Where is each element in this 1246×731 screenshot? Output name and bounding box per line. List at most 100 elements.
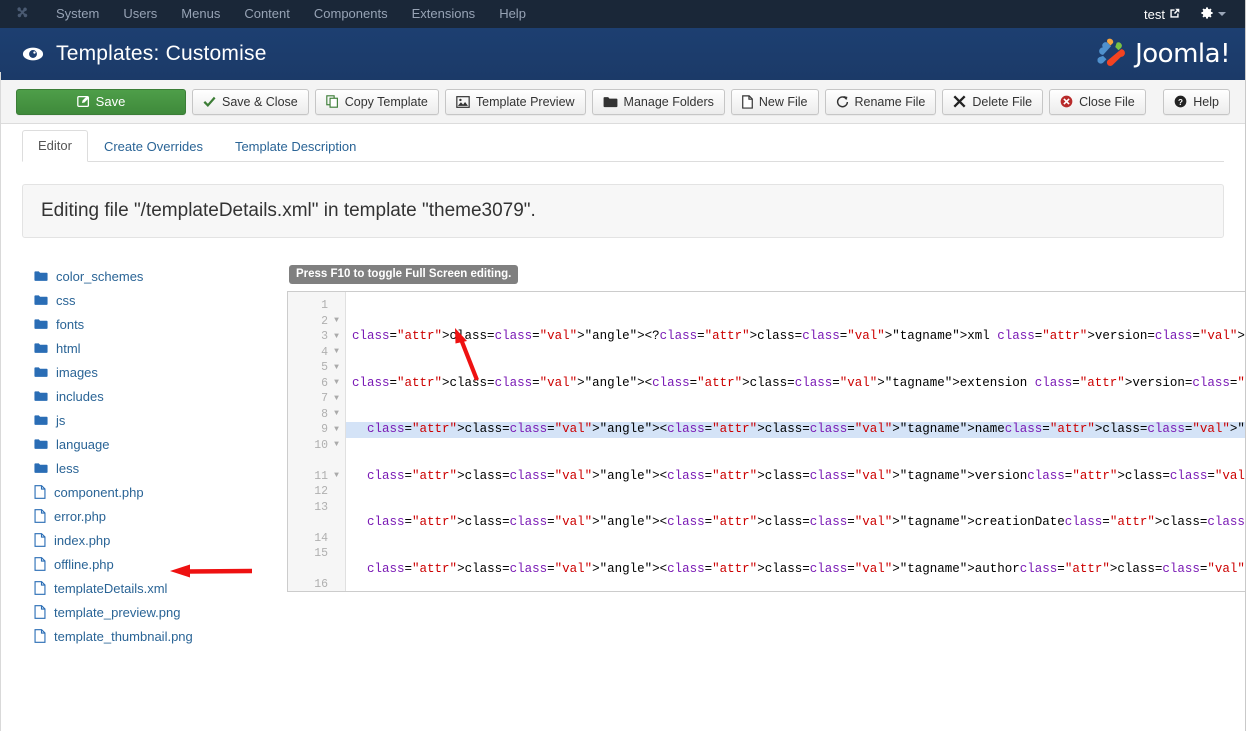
site-preview-link[interactable]: test	[1138, 7, 1186, 22]
new-file-button[interactable]: New File	[730, 88, 819, 115]
line-number: 1	[321, 299, 328, 313]
tree-item-images[interactable]: images	[34, 360, 287, 384]
help-button[interactable]: ? Help	[1163, 88, 1230, 115]
file-icon	[34, 581, 46, 595]
fold-toggle-icon[interactable]: ▼	[332, 425, 341, 434]
save-button-label: Save	[95, 94, 126, 109]
tree-item-label: templateDetails.xml	[54, 580, 168, 596]
tree-item-includes[interactable]: includes	[34, 384, 287, 408]
menu-content[interactable]: Content	[232, 0, 302, 28]
gutter-line: 14	[288, 531, 345, 547]
tree-item-label: html	[56, 340, 81, 356]
gutter-line: 5 ▼	[288, 360, 345, 376]
line-number: 10	[314, 438, 328, 452]
code-line-highlighted: class="attr">class=class="val">"angle"><…	[346, 422, 1246, 438]
copy-template-label: Copy Template	[344, 94, 428, 109]
code-text-area[interactable]: class="attr">class=class="val">"angle"><…	[346, 292, 1246, 591]
tab-editor[interactable]: Editor	[22, 130, 88, 162]
fold-toggle-icon[interactable]: ▼	[332, 410, 341, 418]
line-number-gutter: 1 2 ▼ 3 ▼ 4 ▼ 5 ▼ 6 ▼ 7 ▼ 8 ▼ 9 ▼ 10 ▼ 11 ▼ 12 13 …	[288, 292, 346, 591]
gutter-line: 6 ▼	[288, 376, 345, 392]
tree-item-fonts[interactable]: fonts	[34, 312, 287, 336]
delete-file-button[interactable]: Delete File	[942, 88, 1044, 115]
external-link-icon	[1169, 7, 1180, 22]
admin-menu-bar: System Users Menus Content Components Ex…	[0, 0, 1246, 28]
menu-menus[interactable]: Menus	[169, 0, 232, 28]
gutter-line: 2 ▼	[288, 314, 345, 330]
tree-item-label: error.php	[54, 508, 107, 524]
fold-toggle-icon[interactable]: ▼	[332, 379, 341, 387]
template-preview-button[interactable]: Template Preview	[444, 88, 586, 115]
fold-toggle-icon[interactable]: ▼	[332, 332, 341, 341]
tree-item-template-thumbnail-png[interactable]: template_thumbnail.png	[34, 624, 287, 648]
copy-template-button[interactable]: Copy Template	[314, 88, 439, 115]
menu-system[interactable]: System	[44, 0, 111, 28]
tab-create-overrides[interactable]: Create Overrides	[88, 131, 219, 162]
line-number: 7	[321, 392, 328, 406]
manage-folders-button[interactable]: Manage Folders	[591, 88, 725, 115]
gutter-line: 4 ▼	[288, 345, 345, 361]
admin-settings-menu[interactable]	[1190, 6, 1234, 23]
fullscreen-hint: Press F10 to toggle Full Screen editing.	[289, 265, 519, 284]
tree-item-css[interactable]: css	[34, 288, 287, 312]
fold-toggle-icon[interactable]: ▼	[332, 317, 341, 325]
line-number: 4	[321, 345, 328, 359]
fold-toggle-icon[interactable]: ▼	[332, 441, 341, 449]
save-and-close-label: Save & Close	[222, 94, 298, 109]
tree-item-component-php[interactable]: component.php	[34, 480, 287, 504]
folder-icon	[603, 96, 618, 108]
code-line: class="attr">class=class="val">"angle"><…	[352, 329, 1246, 343]
menu-extensions[interactable]: Extensions	[400, 0, 488, 28]
save-button[interactable]: Save	[16, 88, 186, 115]
cancel-circle-icon	[1060, 95, 1073, 108]
file-icon	[34, 485, 46, 499]
gear-icon	[1200, 6, 1214, 23]
new-file-label: New File	[758, 94, 808, 109]
check-icon	[203, 96, 216, 108]
file-icon	[34, 605, 46, 619]
line-number: 13	[314, 500, 328, 514]
tree-item-index-php[interactable]: index.php	[34, 528, 287, 552]
save-and-close-button[interactable]: Save & Close	[192, 88, 309, 115]
tree-item-error-php[interactable]: error.php	[34, 504, 287, 528]
fold-toggle-icon[interactable]: ▼	[332, 472, 341, 480]
joomla-logo-icon[interactable]	[0, 0, 44, 28]
gutter-line: 12	[288, 484, 345, 500]
tree-item-label: images	[56, 364, 98, 380]
menu-help[interactable]: Help	[487, 0, 538, 28]
fold-toggle-icon[interactable]: ▼	[332, 394, 341, 403]
folder-icon	[34, 294, 48, 306]
rename-file-button[interactable]: Rename File	[824, 88, 937, 115]
joomla-logo-icon	[1095, 35, 1129, 74]
code-editor-panel[interactable]: 1 2 ▼ 3 ▼ 4 ▼ 5 ▼ 6 ▼ 7 ▼ 8 ▼ 9 ▼ 10 ▼ 11 ▼ 12 13 …	[287, 291, 1246, 592]
fold-toggle-icon[interactable]: ▼	[332, 348, 341, 356]
close-file-button[interactable]: Close File	[1049, 88, 1146, 115]
tree-item-templatedetails-xml[interactable]: templateDetails.xml	[34, 576, 287, 600]
tree-item-offline-php[interactable]: offline.php	[34, 552, 287, 576]
tree-item-color-schemes[interactable]: color_schemes	[34, 264, 287, 288]
gutter-line: 11 ▼	[288, 469, 345, 485]
menu-components[interactable]: Components	[302, 0, 400, 28]
folder-icon	[34, 270, 48, 282]
tree-item-html[interactable]: html	[34, 336, 287, 360]
gutter-line: 3 ▼	[288, 329, 345, 345]
file-icon	[34, 533, 46, 547]
tree-item-template-preview-png[interactable]: template_preview.png	[34, 600, 287, 624]
tab-template-description[interactable]: Template Description	[219, 131, 372, 162]
tree-item-label: fonts	[56, 316, 85, 332]
help-button-label: Help	[1193, 94, 1219, 109]
chevron-down-icon	[1218, 12, 1226, 16]
redo-arrow-icon	[836, 95, 849, 108]
tree-item-language[interactable]: language	[34, 432, 287, 456]
file-tree: color_schemes css fonts html images incl…	[22, 264, 287, 648]
line-number: 14	[314, 531, 328, 545]
gutter-line: 8 ▼	[288, 407, 345, 423]
editing-file-banner: Editing file "/templateDetails.xml" in t…	[22, 184, 1224, 238]
tree-item-js[interactable]: js	[34, 408, 287, 432]
menu-users[interactable]: Users	[111, 0, 169, 28]
file-icon	[34, 509, 46, 523]
folder-icon	[34, 366, 48, 378]
fold-toggle-icon[interactable]: ▼	[332, 363, 341, 372]
editor-main-row: color_schemes css fonts html images incl…	[22, 264, 1246, 648]
tree-item-less[interactable]: less	[34, 456, 287, 480]
